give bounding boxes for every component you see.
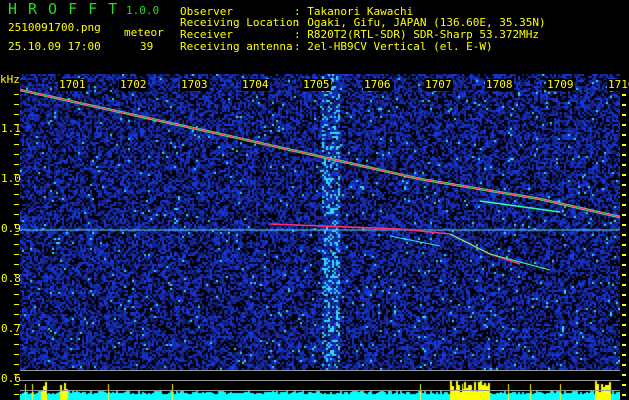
right-tick-mark bbox=[622, 154, 626, 156]
x-tick-label: 1706 bbox=[363, 78, 392, 91]
y-tick-mark bbox=[14, 374, 19, 375]
y-tick-mark bbox=[14, 234, 19, 235]
y-tick-mark bbox=[14, 354, 19, 355]
y-tick-mark bbox=[14, 324, 19, 325]
y-tick-mark bbox=[14, 304, 19, 305]
right-tick-mark bbox=[622, 344, 626, 346]
right-tick-mark bbox=[622, 184, 626, 186]
y-tick-mark bbox=[14, 274, 19, 275]
right-tick-mark bbox=[622, 164, 626, 166]
y-tick-mark bbox=[14, 204, 19, 205]
x-tick-label: 1703 bbox=[180, 78, 209, 91]
threshold-line bbox=[20, 390, 620, 391]
info-label: Receiving antenna bbox=[180, 40, 293, 53]
y-tick-mark bbox=[14, 114, 19, 115]
y-tick-mark bbox=[14, 244, 19, 245]
y-tick-mark bbox=[14, 104, 19, 105]
right-tick-mark bbox=[622, 374, 626, 376]
app-title: HROFFT bbox=[8, 0, 129, 18]
right-tick-mark bbox=[622, 384, 626, 386]
right-tick-mark bbox=[622, 214, 626, 216]
right-tick-mark bbox=[622, 264, 626, 266]
y-tick-mark bbox=[14, 264, 19, 265]
y-tick-mark bbox=[14, 384, 19, 385]
right-tick-mark bbox=[622, 124, 626, 126]
meteor-trace bbox=[269, 223, 521, 265]
meteor-trace bbox=[20, 88, 620, 219]
y-axis-unit: kHz bbox=[0, 73, 20, 86]
x-tick-label: 1709 bbox=[546, 78, 575, 91]
right-tick-mark bbox=[622, 204, 626, 206]
threshold-line bbox=[20, 380, 620, 381]
right-tick-mark bbox=[622, 314, 626, 316]
right-tick-mark bbox=[622, 104, 626, 106]
right-tick-mark bbox=[622, 224, 626, 226]
x-tick-label: 1701 bbox=[58, 78, 87, 91]
x-tick-label: 1710 bbox=[607, 79, 629, 91]
x-tick-label: 1707 bbox=[424, 78, 453, 91]
file-name: 2510091700.png bbox=[8, 21, 101, 34]
right-tick-mark bbox=[622, 94, 626, 96]
right-tick-mark bbox=[622, 114, 626, 116]
spectrogram bbox=[20, 74, 620, 400]
x-tick-label: 1705 bbox=[302, 78, 331, 91]
x-tick-label: 1704 bbox=[241, 78, 270, 91]
y-tick-mark bbox=[14, 294, 19, 295]
y-tick-mark bbox=[14, 214, 19, 215]
right-tick-mark bbox=[622, 174, 626, 176]
y-tick-mark bbox=[14, 334, 19, 335]
y-tick-mark bbox=[14, 144, 19, 145]
right-tick-mark bbox=[622, 294, 626, 296]
right-tick-mark bbox=[622, 134, 626, 136]
right-tick-mark bbox=[622, 244, 626, 246]
y-tick-mark bbox=[14, 224, 19, 225]
meteor-traces bbox=[20, 88, 620, 271]
x-tick-label: 1708 bbox=[485, 78, 514, 91]
right-tick-mark bbox=[622, 194, 626, 196]
y-tick-mark bbox=[14, 194, 19, 195]
y-tick-mark bbox=[14, 184, 19, 185]
y-tick-mark bbox=[14, 254, 19, 255]
y-tick-mark bbox=[14, 174, 19, 175]
app-version: 1.0.0 bbox=[126, 4, 160, 17]
y-tick-mark bbox=[14, 134, 19, 135]
meteor-label: meteor bbox=[124, 26, 164, 39]
right-tick-mark bbox=[622, 274, 626, 276]
right-tick-mark bbox=[622, 234, 626, 236]
x-tick-label: 1702 bbox=[119, 78, 148, 91]
y-tick-mark bbox=[14, 124, 19, 125]
right-tick-mark bbox=[622, 304, 626, 306]
meteor-count: 39 bbox=[140, 40, 154, 53]
right-tick-mark bbox=[622, 394, 626, 396]
right-tick-mark bbox=[622, 254, 626, 256]
y-tick-mark bbox=[14, 94, 19, 95]
right-tick-mark bbox=[622, 144, 626, 146]
y-tick-mark bbox=[14, 154, 19, 155]
info-value: : 2el-HB9CV Vertical (el. E-W) bbox=[294, 40, 493, 53]
y-tick-mark bbox=[14, 344, 19, 345]
meteor-trace bbox=[389, 235, 441, 247]
y-tick-mark bbox=[14, 164, 19, 165]
right-tick-mark bbox=[622, 324, 626, 326]
y-tick-mark bbox=[14, 314, 19, 315]
meteor-trace bbox=[479, 200, 561, 213]
y-tick-mark bbox=[14, 364, 19, 365]
right-tick-mark bbox=[622, 284, 626, 286]
right-tick-mark bbox=[622, 364, 626, 366]
y-tick-mark bbox=[14, 284, 19, 285]
right-tick-mark bbox=[622, 354, 626, 356]
file-datetime: 25.10.09 17:00 bbox=[8, 40, 101, 53]
threshold-line bbox=[20, 370, 620, 371]
y-tick-mark bbox=[14, 394, 19, 395]
right-tick-mark bbox=[622, 334, 626, 336]
meteor-trace bbox=[449, 233, 551, 271]
